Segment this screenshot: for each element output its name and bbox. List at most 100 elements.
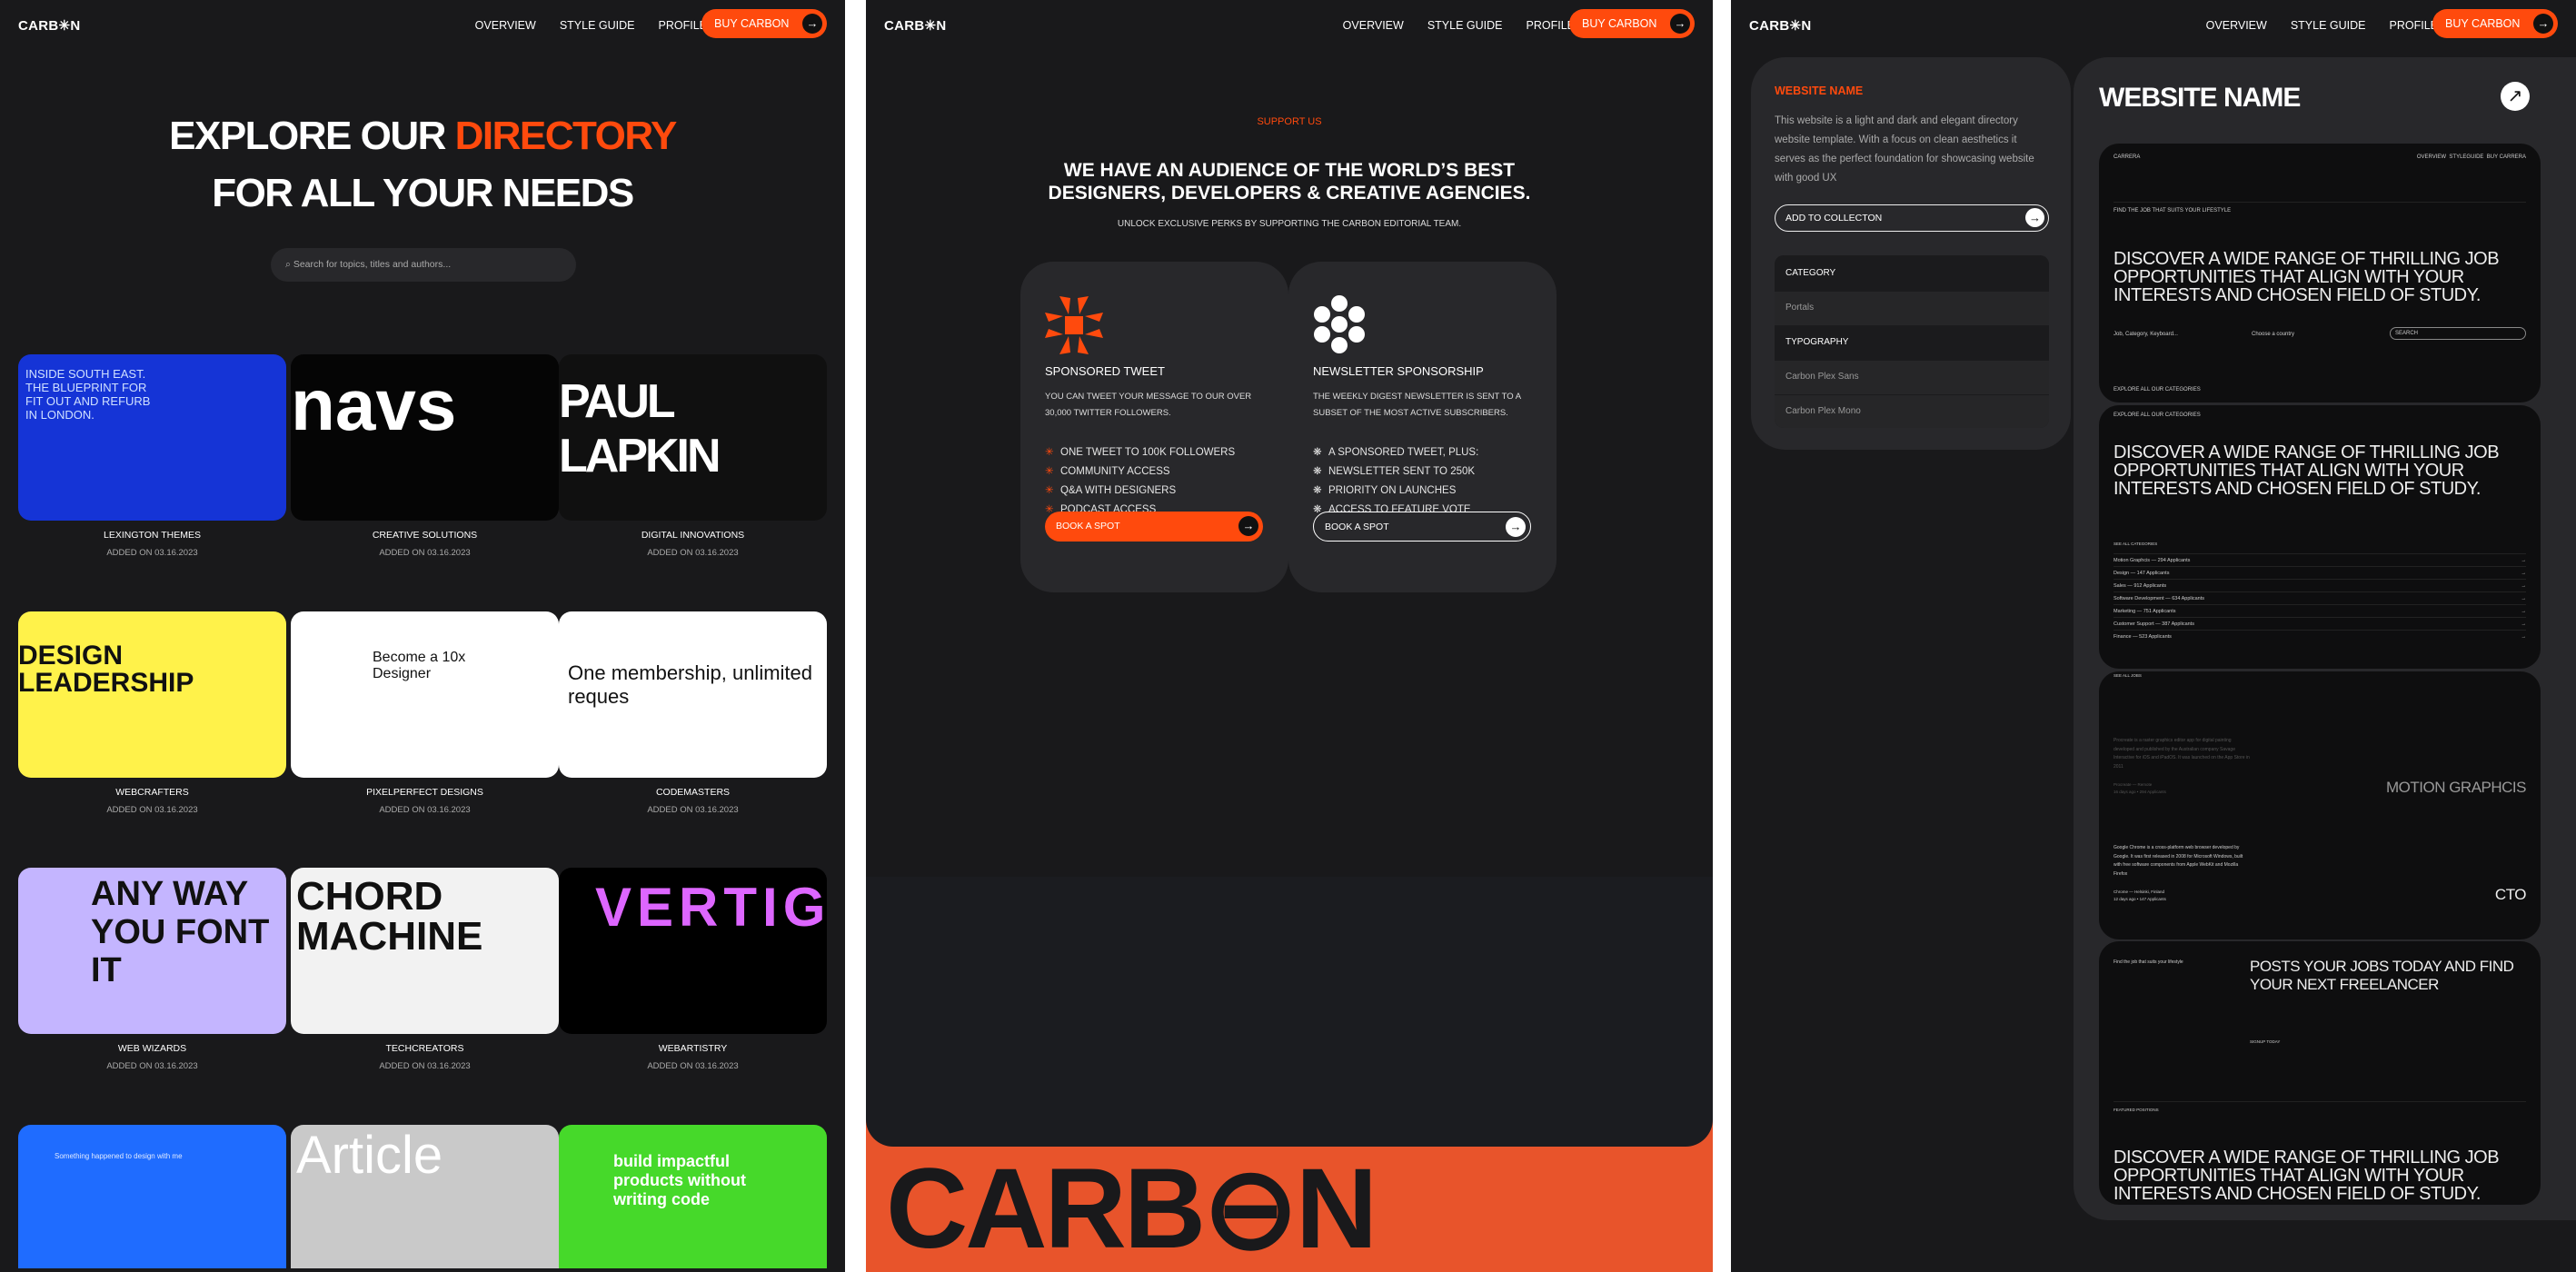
preview-section-hero: CARRERA OVERVIEW STYLEGUIDE BUY CARRERA … [2099, 144, 2541, 402]
card-thumbnail[interactable]: PAUL LAPKIN [559, 354, 827, 521]
preview-nav-item: OVERVIEW [2416, 154, 2447, 160]
book-spot-button[interactable]: BOOK A SPOT → [1313, 512, 1531, 542]
offer-desc: YOU CAN TWEET YOUR MESSAGE TO OUR OVER 3… [1045, 392, 1252, 418]
nav-overview[interactable]: OVERVIEW [475, 19, 536, 32]
buy-carbon-button[interactable]: BUY CARBON → [1569, 9, 1695, 38]
category-row[interactable]: Customer Support — 387 Applicants → [2114, 617, 2526, 630]
offer-title: SPONSORED TWEET [1045, 364, 1165, 378]
directory-card[interactable]: build impactful products without writing… [559, 1125, 827, 1268]
preview-logo: CARRERA [2114, 154, 2141, 160]
card-date: ADDED ON 03.16.2023 [379, 548, 471, 558]
category-row[interactable]: Sales — 912 Applicants → [2114, 579, 2526, 591]
perk-list: ❋ A SPONSORED TWEET, PLUS: ❋ NEWSLETTER SE… [1313, 443, 1478, 520]
external-link-icon[interactable]: ↗ [2501, 82, 2530, 111]
category-row[interactable]: Marketing — 751 Applicants → [2114, 604, 2526, 617]
thumbnail-text: One membership, unlimited reques [568, 661, 813, 708]
card-thumbnail[interactable]: VERTIGO [559, 868, 827, 1034]
directory-card[interactable]: CHORD MACHINE TECHCREATORS ADDED ON 03.1… [291, 868, 559, 1071]
category-label: Motion Graphcis — 294 Applicants [2114, 558, 2191, 563]
meta-value[interactable]: Carbon Plex Sans [1775, 361, 2049, 395]
arrow-right-icon: → [2533, 14, 2553, 34]
card-thumbnail[interactable]: navs [291, 354, 559, 521]
logo[interactable]: CARB✳N [18, 17, 81, 34]
hero-white-text: EXPLORE OUR [169, 114, 455, 158]
directory-card[interactable]: One membership, unlimited reques CODEMAS… [559, 611, 827, 815]
nav-profile[interactable]: PROFILE [2390, 19, 2439, 32]
meta-value[interactable]: Portals [1775, 292, 2049, 325]
nav-style-guide[interactable]: STYLE GUIDE [560, 19, 635, 32]
nav-style-guide[interactable]: STYLE GUIDE [1427, 19, 1503, 32]
category-row[interactable]: Motion Graphcis — 294 Applicants → [2114, 553, 2526, 566]
category-row[interactable]: Finance — 523 Applicants → [2114, 630, 2526, 642]
meta-value[interactable]: Carbon Plex Mono [1775, 395, 2049, 428]
preview-explore: EXPLORE ALL OUR CATEGORIES [2114, 387, 2201, 393]
search-input[interactable]: ⌕ Search for topics, titles and authors.… [271, 248, 576, 282]
burst-bullet-icon: ✳ [1045, 466, 1054, 477]
footer-wordmark: CARB⊖N [886, 1146, 1378, 1272]
nav-profile[interactable]: PROFILE [1527, 19, 1576, 32]
job-desc: Procreate is a raster graphics editor ap… [2114, 738, 2250, 770]
perk-item: ❋ NEWSLETTER SENT TO 250K [1313, 462, 1478, 482]
directory-card[interactable]: DESIGN LEADERSHIP WEBCRAFTERS ADDED ON 0… [18, 611, 286, 815]
card-title[interactable]: WEBCRAFTERS [18, 787, 286, 798]
directory-card[interactable]: INSIDE SOUTH EAST. THE BLUEPRINT FOR FIT… [18, 354, 286, 558]
category-label: Design — 147 Applicants [2114, 571, 2170, 576]
meta-label: CATEGORY [1775, 255, 2049, 292]
card-title[interactable]: CODEMASTERS [559, 787, 827, 798]
card-thumbnail[interactable]: Become a 10x Designer [291, 611, 559, 778]
card-thumbnail[interactable]: DESIGN LEADERSHIP [18, 611, 286, 778]
card-date: ADDED ON 03.16.2023 [379, 1061, 471, 1071]
card-title[interactable]: TECHCREATORS [291, 1043, 559, 1054]
website-detail-page: CARB✳N OVERVIEW STYLE GUIDE PROFILE BUY CA… [1731, 0, 2576, 1272]
arrow-right-icon: → [2521, 596, 2527, 601]
add-to-collection-button[interactable]: ADD TO COLLECTON → [1775, 204, 2049, 232]
preview-search-button[interactable]: SEARCH [2390, 327, 2526, 340]
directory-card[interactable]: Something happened to design with me [18, 1125, 286, 1268]
headline-line: WE HAVE AN AUDIENCE OF THE WORLD’S BEST [1063, 160, 1516, 181]
card-title[interactable]: WEBARTISTRY [559, 1043, 827, 1054]
headline-line: DESIGNERS, DEVELOPERS & CREATIVE AGENCIE… [1048, 183, 1531, 204]
card-thumbnail[interactable]: INSIDE SOUTH EAST. THE BLUEPRINT FOR FIT… [18, 354, 286, 521]
nav-style-guide[interactable]: STYLE GUIDE [2291, 19, 2366, 32]
card-title[interactable]: PIXELPERFECT DESIGNS [291, 787, 559, 798]
card-thumbnail[interactable]: ANY WAY YOU FONT IT [18, 868, 286, 1034]
card-title[interactable]: CREATIVE SOLUTIONS [291, 530, 559, 541]
book-spot-button[interactable]: BOOK A SPOT → [1045, 512, 1263, 542]
offer-card-sponsored-tweet: SPONSORED TWEET YOU CAN TWEET YOUR MESSA… [1020, 262, 1288, 592]
directory-card[interactable]: Article [291, 1125, 559, 1268]
card-title[interactable]: DIGITAL INNOVATIONS [559, 530, 827, 541]
nav-profile[interactable]: PROFILE [659, 19, 708, 32]
nav-overview[interactable]: OVERVIEW [1343, 19, 1404, 32]
card-title[interactable]: LEXINGTON THEMES [18, 530, 286, 541]
buy-carbon-button[interactable]: BUY CARBON → [2432, 9, 2558, 38]
arrow-right-icon: → [2521, 634, 2527, 640]
nav-overview[interactable]: OVERVIEW [2206, 19, 2267, 32]
card-thumbnail[interactable]: Article [291, 1125, 559, 1268]
hero-line-1: EXPLORE OUR DIRECTORY [0, 114, 845, 159]
directory-card[interactable]: navs CREATIVE SOLUTIONS ADDED ON 03.16.2… [291, 354, 559, 558]
preview-see-jobs: SEE ALL JOBS [2114, 673, 2142, 678]
thumbnail-text: Something happened to design with me [55, 1152, 183, 1160]
thumbnail-text: CHORD MACHINE [296, 874, 483, 959]
buy-carbon-button[interactable]: BUY CARBON → [701, 9, 827, 38]
thumbnail-text: INSIDE SOUTH EAST. THE BLUEPRINT FOR FIT… [25, 367, 151, 422]
logo[interactable]: CARB✳N [1749, 17, 1812, 34]
card-thumbnail[interactable]: Something happened to design with me [18, 1125, 286, 1268]
logo[interactable]: CARB✳N [884, 17, 947, 34]
directory-card[interactable]: Become a 10x Designer PIXELPERFECT DESIG… [291, 611, 559, 815]
directory-card[interactable]: VERTIGO WEBARTISTRY ADDED ON 03.16.2023 [559, 868, 827, 1071]
category-row[interactable]: Design — 147 Applicants → [2114, 566, 2526, 579]
directory-card[interactable]: PAUL LAPKIN DIGITAL INNOVATIONS ADDED ON… [559, 354, 827, 558]
card-thumbnail[interactable]: CHORD MACHINE [291, 868, 559, 1034]
top-nav: CARB✳N OVERVIEW STYLE GUIDE PROFILE BUY CA… [866, 0, 1713, 47]
directory-card[interactable]: ANY WAY YOU FONT IT WEB WIZARDS ADDED ON… [18, 868, 286, 1071]
card-thumbnail[interactable]: build impactful products without writing… [559, 1125, 827, 1268]
thumbnail-text: Become a 10x Designer [373, 650, 466, 681]
perk-label: A SPONSORED TWEET, PLUS: [1328, 447, 1479, 458]
category-row[interactable]: Software Development — 634 Applicants → [2114, 591, 2526, 604]
buy-label: BUY CARBON [2445, 17, 2521, 30]
preview-nav: OVERVIEW STYLEGUIDE BUY CARRERA [2417, 154, 2526, 160]
preview-signup[interactable]: SIGNUP TODAY [2250, 1039, 2280, 1044]
card-title[interactable]: WEB WIZARDS [18, 1043, 286, 1054]
card-thumbnail[interactable]: One membership, unlimited reques [559, 611, 827, 778]
